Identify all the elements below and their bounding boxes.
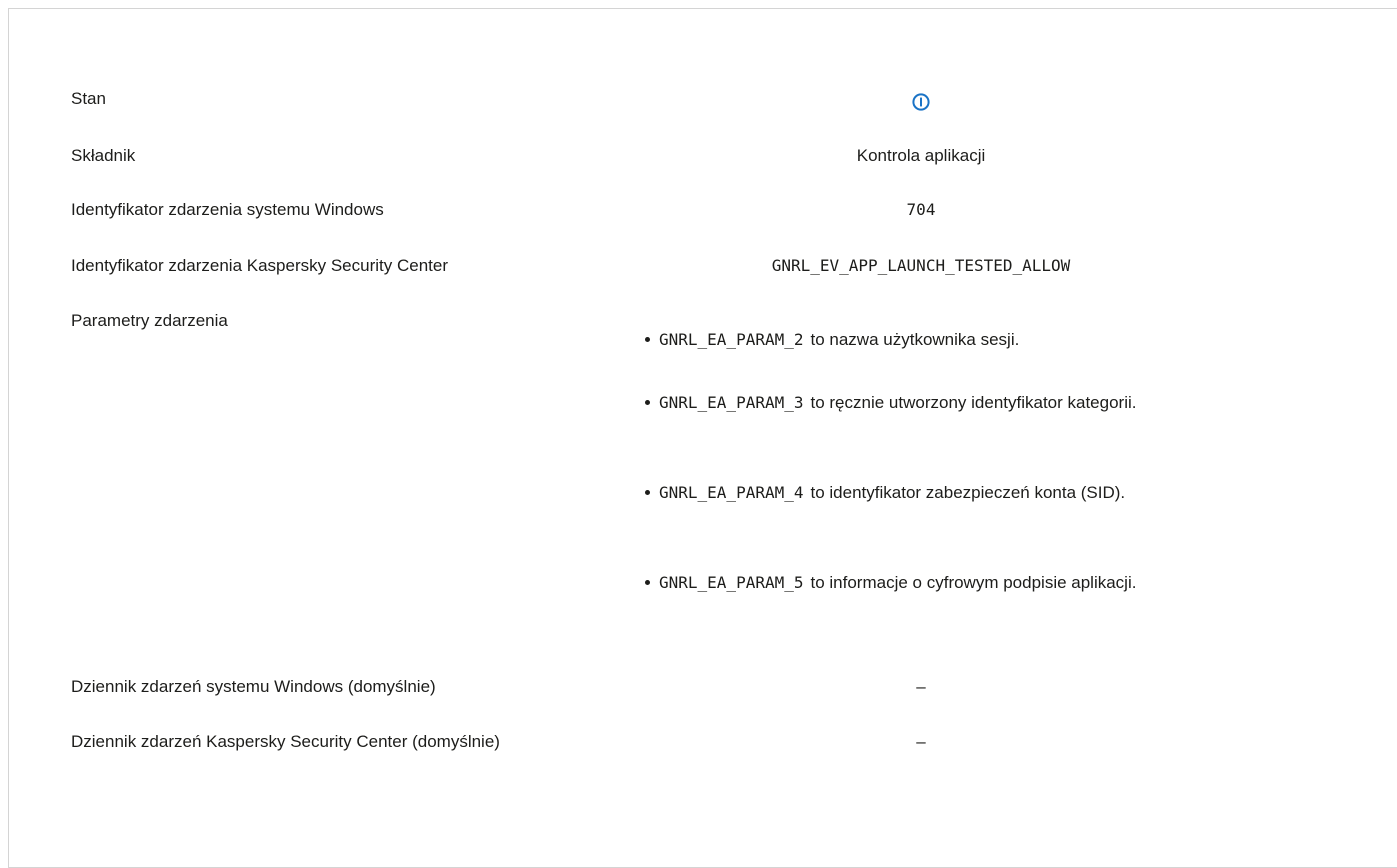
ksc-event-id-value: GNRL_EV_APP_LAUNCH_TESTED_ALLOW (771, 256, 1071, 275)
component-value: Kontrola aplikacji (856, 146, 986, 165)
param-name: GNRL_EA_PARAM_5 (659, 573, 804, 592)
windows-event-id-value: 704 (906, 200, 936, 219)
row-label-status: Stan (71, 89, 106, 108)
param-description: to ręcznie utworzony identyfikator kateg… (810, 393, 1137, 412)
param-name: GNRL_EA_PARAM_3 (659, 393, 804, 412)
row-label-event-params: Parametry zdarzenia (71, 311, 228, 330)
status-value (631, 87, 1211, 115)
param-description: to informacje o cyfrowym podpisie aplika… (810, 573, 1137, 592)
windows-log-value: – (916, 677, 926, 696)
list-item: GNRL_EA_PARAM_4 to identyfikator zabezpie… (645, 479, 1125, 506)
list-item: GNRL_EA_PARAM_5 to informacje o cyfrowym … (645, 569, 1136, 596)
row-label-component: Składnik (71, 146, 136, 165)
list-item: GNRL_EA_PARAM_2 to nazwa użytkownika sesj… (645, 326, 1019, 353)
param-name: GNRL_EA_PARAM_2 (659, 330, 804, 349)
param-description: to identyfikator zabezpieczeń konta (SID… (810, 483, 1126, 502)
param-name: GNRL_EA_PARAM_4 (659, 483, 804, 502)
row-label-windows-log: Dziennik zdarzeń systemu Windows (domyśl… (71, 677, 436, 696)
row-label-ksc-log: Dziennik zdarzeń Kaspersky Security Cent… (71, 732, 500, 751)
ksc-log-value: – (916, 732, 926, 751)
info-icon (912, 92, 930, 111)
param-description: to nazwa użytkownika sesji. (810, 330, 1020, 349)
list-item: GNRL_EA_PARAM_3 to ręcznie utworzony iden… (645, 389, 1137, 416)
row-label-windows-event-id: Identyfikator zdarzenia systemu Windows (71, 200, 384, 219)
row-label-ksc-event-id: Identyfikator zdarzenia Kaspersky Securi… (71, 256, 449, 275)
